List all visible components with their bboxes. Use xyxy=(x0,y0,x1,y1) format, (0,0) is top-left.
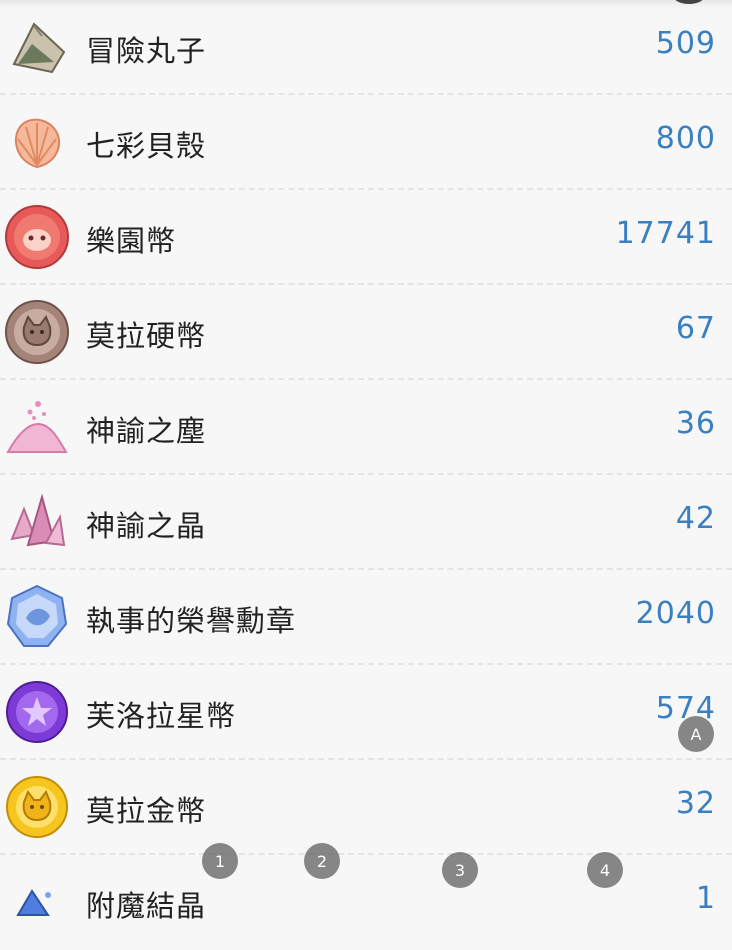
list-item[interactable]: 芙洛拉星幣 574 xyxy=(0,665,732,760)
list-item[interactable]: 冒險丸子 509 xyxy=(0,0,732,95)
item-count: 509 xyxy=(655,26,716,61)
item-label: 附魔結晶 xyxy=(86,889,207,923)
item-label: 莫拉金幣 xyxy=(86,794,207,828)
enchant-crystal-icon xyxy=(16,889,51,916)
mora-gold-coin-icon xyxy=(6,776,68,838)
list-item[interactable]: 七彩貝殼 800 xyxy=(0,95,732,190)
item-label: 神諭之塵 xyxy=(86,414,207,448)
overlay-button-2[interactable]: 2 xyxy=(304,843,340,879)
list-item[interactable]: 神諭之塵 36 xyxy=(0,380,732,475)
overlay-button-1[interactable]: 1 xyxy=(202,843,238,879)
oracle-dust-icon xyxy=(6,401,68,453)
overlay-button-3[interactable]: 3 xyxy=(442,852,478,888)
item-label: 七彩貝殼 xyxy=(86,129,207,163)
item-label: 莫拉硬幣 xyxy=(86,319,207,353)
paradise-coin-icon xyxy=(5,205,69,269)
item-count: 1 xyxy=(695,881,716,916)
list-item[interactable]: 莫拉金幣 32 xyxy=(0,760,732,855)
oracle-crystal-icon xyxy=(10,493,66,547)
overlay-button-a[interactable]: A xyxy=(678,716,714,752)
butler-medal-icon xyxy=(6,584,68,647)
list-item[interactable]: 神諭之晶 42 xyxy=(0,475,732,570)
seashell-icon xyxy=(15,118,61,169)
item-count: 36 xyxy=(675,406,716,441)
item-count: 2040 xyxy=(635,596,716,631)
item-label: 神諭之晶 xyxy=(86,509,207,543)
mora-coin-icon xyxy=(5,300,69,364)
list-item[interactable]: 莫拉硬幣 67 xyxy=(0,285,732,380)
list-item[interactable]: 執事的榮譽勳章 2040 xyxy=(0,570,732,665)
item-count: 42 xyxy=(675,501,716,536)
item-count: 67 xyxy=(675,311,716,346)
item-label: 芙洛拉星幣 xyxy=(86,699,237,733)
item-label: 冒險丸子 xyxy=(86,34,207,68)
item-label: 樂園幣 xyxy=(86,224,177,258)
overlay-button-4[interactable]: 4 xyxy=(587,852,623,888)
item-label: 執事的榮譽勳章 xyxy=(86,604,297,638)
item-count: 17741 xyxy=(615,216,716,251)
item-count: 32 xyxy=(675,786,716,821)
list-item[interactable]: 樂園幣 17741 xyxy=(0,190,732,285)
rice-ball-icon xyxy=(12,22,66,74)
item-count: 800 xyxy=(655,121,716,156)
flora-star-coin-icon xyxy=(6,681,68,743)
